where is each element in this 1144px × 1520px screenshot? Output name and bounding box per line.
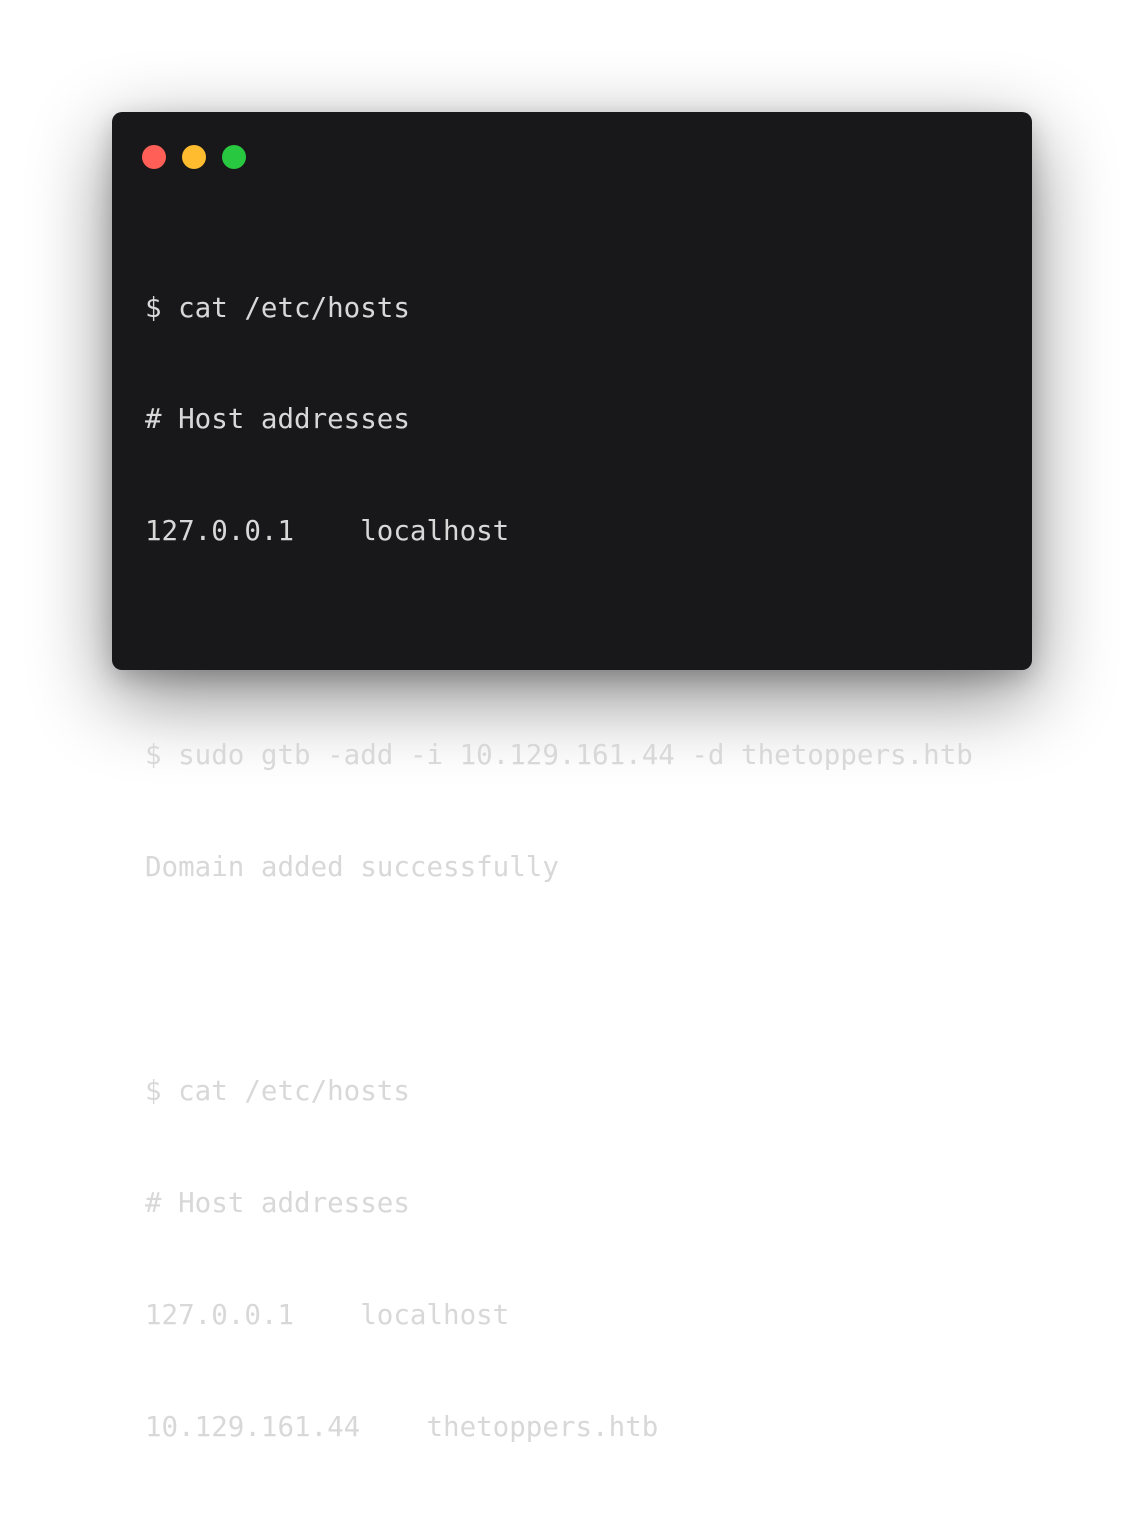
terminal-output-line: 127.0.0.1 localhost (145, 515, 510, 548)
terminal-command-line: $ cat /etc/hosts (145, 291, 410, 324)
minimize-button[interactable] (182, 145, 206, 169)
window-titlebar (142, 145, 246, 169)
close-button[interactable] (142, 145, 166, 169)
terminal-output-line: # Host addresses (145, 1186, 410, 1219)
terminal-command-line: $ cat /etc/hosts (145, 1074, 410, 1107)
zoom-button[interactable] (222, 145, 246, 169)
terminal-output: $ cat /etc/hosts # Host addresses 127.0.… (145, 215, 973, 1520)
terminal-output-line: 127.0.0.1 localhost (145, 1298, 510, 1331)
terminal-output-line: Domain added successfully (145, 851, 559, 884)
terminal-output-line: # Host addresses (145, 403, 410, 436)
terminal-window: $ cat /etc/hosts # Host addresses 127.0.… (112, 112, 1032, 1443)
terminal-command-line: $ sudo gtb -add -i 10.129.161.44 -d thet… (145, 739, 973, 772)
terminal-output-line: 10.129.161.44 thetoppers.htb (145, 1410, 659, 1443)
